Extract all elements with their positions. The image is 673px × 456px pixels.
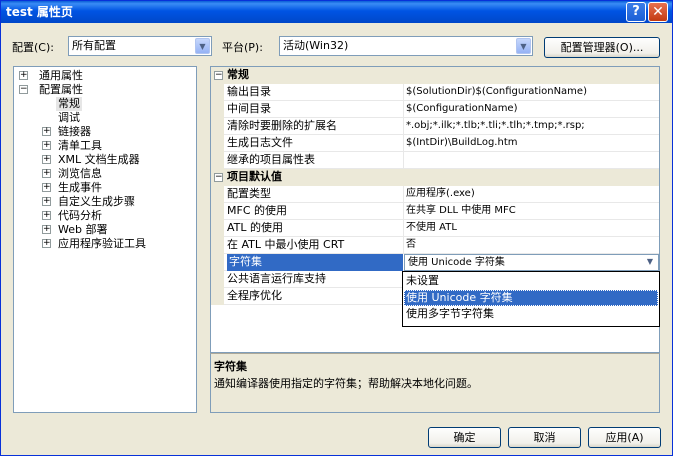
character-set-dropdown-list[interactable]: 未设置 使用 Unicode 字符集 使用多字节字符集 <box>402 271 660 327</box>
property-row[interactable]: 中间目录 $(ConfigurationName) <box>211 101 659 118</box>
expand-icon[interactable]: + <box>19 71 28 80</box>
property-pages-dialog: test 属性页 ? ✕ 配置(C): 所有配置 ▼ 平台(P): 活动(Win… <box>0 0 673 456</box>
expand-icon[interactable]: + <box>42 197 51 206</box>
config-label: 配置(C): <box>12 41 54 54</box>
property-value[interactable]: 否 <box>406 237 658 254</box>
property-name: 清除时要删除的扩展名 <box>227 119 337 132</box>
property-row-character-set[interactable]: 字符集 使用 Unicode 字符集 ▼ <box>211 254 659 271</box>
property-name: 全程序优化 <box>227 289 282 302</box>
expand-icon[interactable]: + <box>42 127 51 136</box>
property-row[interactable]: 配置类型 应用程序(.exe) <box>211 186 659 203</box>
property-name: 生成日志文件 <box>227 136 293 149</box>
property-name: 在 ATL 中最小使用 CRT <box>227 238 345 251</box>
tree-item-label: 通用属性 <box>39 69 83 82</box>
title-bar: test 属性页 <box>1 1 672 23</box>
close-button[interactable]: ✕ <box>648 2 668 22</box>
property-row[interactable]: 清除时要删除的扩展名 *.obj;*.ilk;*.tlb;*.tli;*.tlh… <box>211 118 659 135</box>
platform-select[interactable]: 活动(Win32) ▼ <box>279 36 533 56</box>
expand-icon[interactable]: + <box>42 141 51 150</box>
config-select[interactable]: 所有配置 ▼ <box>68 36 212 56</box>
category-general[interactable]: − 常规 <box>211 67 659 84</box>
property-row[interactable]: 在 ATL 中最小使用 CRT 否 <box>211 237 659 254</box>
settings-tree[interactable]: + 通用属性 − 配置属性 常规 调试 + 链接器 + 清单工具 + XML 文… <box>13 66 197 413</box>
collapse-icon[interactable]: − <box>19 85 28 94</box>
window-title: test 属性页 <box>6 5 73 19</box>
property-value[interactable]: $(ConfigurationName) <box>406 101 658 118</box>
tree-item-label: 浏览信息 <box>58 167 102 180</box>
tree-item-label: 清单工具 <box>58 139 102 152</box>
property-name: MFC 的使用 <box>227 204 287 217</box>
category-project-defaults[interactable]: − 项目默认值 <box>211 169 659 186</box>
tree-item-label: 链接器 <box>58 125 91 138</box>
expand-icon[interactable]: + <box>42 155 51 164</box>
option-multibyte[interactable]: 使用多字节字符集 <box>404 306 658 322</box>
property-value[interactable]: 不使用 ATL <box>406 220 658 237</box>
chevron-down-icon[interactable]: ▼ <box>516 38 531 54</box>
category-label: 常规 <box>227 68 249 81</box>
character-set-value: 使用 Unicode 字符集 <box>408 257 505 268</box>
property-name: 中间目录 <box>227 102 271 115</box>
tree-item-label: 应用程序验证工具 <box>58 237 146 250</box>
property-row[interactable]: 继承的项目属性表 <box>211 152 659 169</box>
tree-item-label: Web 部署 <box>58 223 108 236</box>
description-text: 通知编译器使用指定的字符集；帮助解决本地化问题。 <box>214 377 478 390</box>
tree-item-general[interactable]: 常规 <box>56 97 82 111</box>
help-button[interactable]: ? <box>626 2 646 22</box>
description-title: 字符集 <box>214 360 247 373</box>
expand-icon[interactable]: + <box>42 169 51 178</box>
ok-button[interactable]: 确定 <box>428 427 501 448</box>
option-unicode[interactable]: 使用 Unicode 字符集 <box>404 290 658 306</box>
config-select-value: 所有配置 <box>72 39 116 52</box>
platform-label: 平台(P): <box>222 41 263 54</box>
category-label: 项目默认值 <box>227 170 282 183</box>
tree-item-label: 代码分析 <box>58 209 102 222</box>
collapse-icon[interactable]: − <box>214 71 223 80</box>
property-row[interactable]: ATL 的使用 不使用 ATL <box>211 220 659 237</box>
tree-item-label: 配置属性 <box>39 83 83 96</box>
property-value[interactable]: $(IntDir)\BuildLog.htm <box>406 135 658 152</box>
property-row[interactable]: 输出目录 $(SolutionDir)$(ConfigurationName) <box>211 84 659 101</box>
tree-item-label: 生成事件 <box>58 181 102 194</box>
property-row[interactable]: 生成日志文件 $(IntDir)\BuildLog.htm <box>211 135 659 152</box>
platform-select-value: 活动(Win32) <box>283 39 349 52</box>
property-name: 输出目录 <box>227 85 271 98</box>
expand-icon[interactable]: + <box>42 239 51 248</box>
property-row[interactable]: MFC 的使用 在共享 DLL 中使用 MFC <box>211 203 659 220</box>
config-manager-button[interactable]: 配置管理器(O)... <box>544 37 660 58</box>
chevron-down-icon[interactable]: ▼ <box>643 255 657 270</box>
option-not-set[interactable]: 未设置 <box>404 273 658 289</box>
expand-icon[interactable]: + <box>42 211 51 220</box>
property-value[interactable] <box>406 152 658 169</box>
chevron-down-icon[interactable]: ▼ <box>195 38 210 54</box>
property-name: 字符集 <box>227 254 403 271</box>
property-name: ATL 的使用 <box>227 221 284 234</box>
property-name: 公共语言运行库支持 <box>227 272 326 285</box>
tree-item-label: 自定义生成步骤 <box>58 195 135 208</box>
apply-button[interactable]: 应用(A) <box>588 427 661 448</box>
property-value[interactable]: 在共享 DLL 中使用 MFC <box>406 203 658 220</box>
tree-item-label: XML 文档生成器 <box>58 153 140 166</box>
tree-item-debugging[interactable]: 调试 <box>58 111 80 125</box>
character-set-select[interactable]: 使用 Unicode 字符集 ▼ <box>404 254 659 271</box>
property-name: 继承的项目属性表 <box>227 153 315 166</box>
description-panel: 字符集 通知编译器使用指定的字符集；帮助解决本地化问题。 <box>210 353 660 413</box>
cancel-button[interactable]: 取消 <box>508 427 581 448</box>
collapse-icon[interactable]: − <box>214 173 223 182</box>
expand-icon[interactable]: + <box>42 183 51 192</box>
expand-icon[interactable]: + <box>42 225 51 234</box>
property-name: 配置类型 <box>227 187 271 200</box>
property-value[interactable]: 应用程序(.exe) <box>406 186 658 203</box>
property-value[interactable]: $(SolutionDir)$(ConfigurationName) <box>406 84 658 101</box>
property-value[interactable]: *.obj;*.ilk;*.tlb;*.tli;*.tlh;*.tmp;*.rs… <box>406 118 658 135</box>
